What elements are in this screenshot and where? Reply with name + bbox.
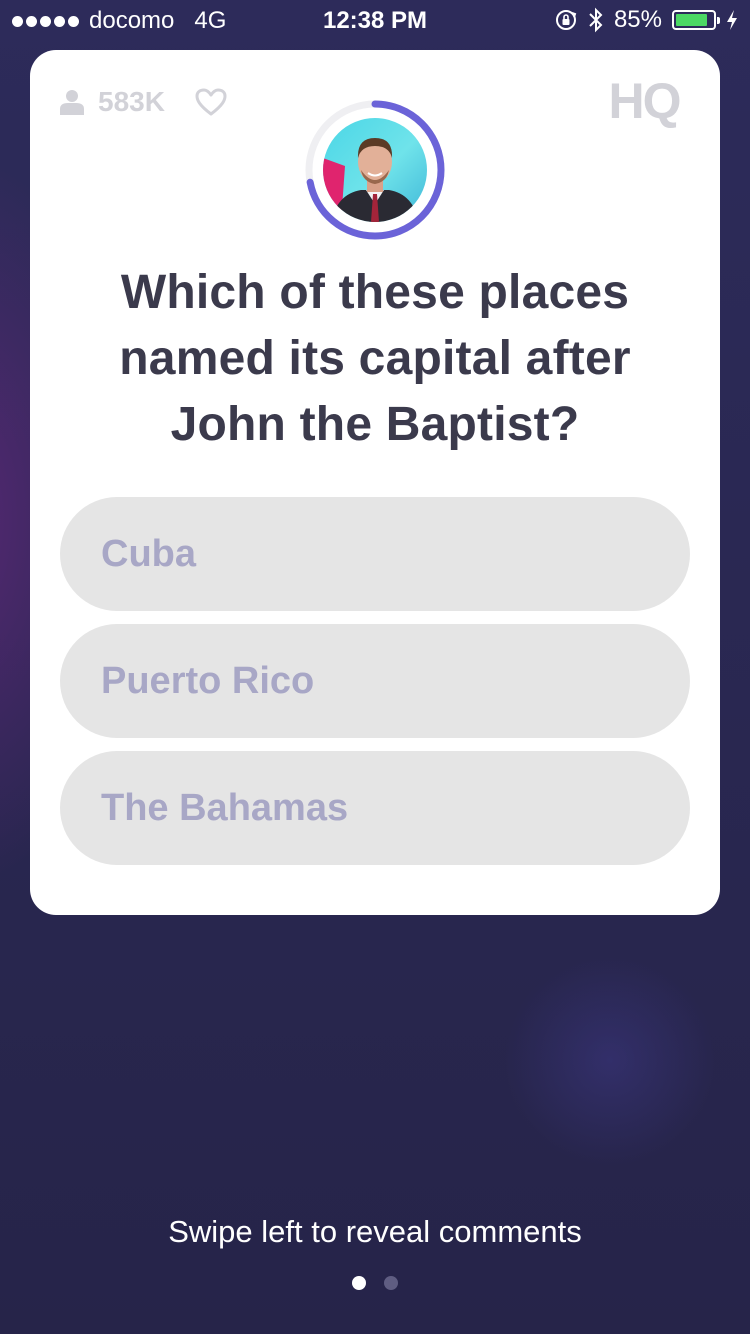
charging-bolt-icon [727, 10, 737, 30]
status-bar: docomo 4G 12:38 PM 85% [0, 0, 750, 40]
answer-label: The Bahamas [101, 786, 349, 829]
viewer-stats: 583K [60, 86, 227, 118]
answer-label: Puerto Rico [101, 659, 315, 702]
battery-level [676, 14, 707, 26]
battery-percent: 85% [613, 6, 662, 33]
page-indicator[interactable] [0, 1276, 750, 1290]
answer-label: Cuba [101, 532, 196, 575]
answer-option-1[interactable]: Cuba [60, 497, 690, 611]
hq-logo: HQ [598, 72, 690, 133]
answer-option-2[interactable]: Puerto Rico [60, 624, 690, 738]
answer-option-3[interactable]: The Bahamas [60, 751, 690, 865]
heart-icon[interactable] [195, 88, 227, 116]
swipe-hint: Swipe left to reveal comments [168, 1214, 582, 1249]
status-right: 85% [554, 6, 738, 34]
viewer-count: 583K [98, 86, 165, 117]
page-dot-inactive[interactable] [384, 1276, 398, 1290]
person-icon [60, 90, 84, 115]
page-dot-active[interactable] [352, 1276, 366, 1290]
bluetooth-icon [589, 7, 603, 33]
battery-icon [672, 10, 720, 30]
hq-logo-text: HQ [609, 73, 680, 128]
question-text: Which of these places named its capital … [119, 266, 631, 451]
host-avatar [323, 118, 427, 222]
orientation-lock-icon [555, 10, 577, 30]
question-card: 583K HQ Which of these places named its … [30, 50, 720, 915]
